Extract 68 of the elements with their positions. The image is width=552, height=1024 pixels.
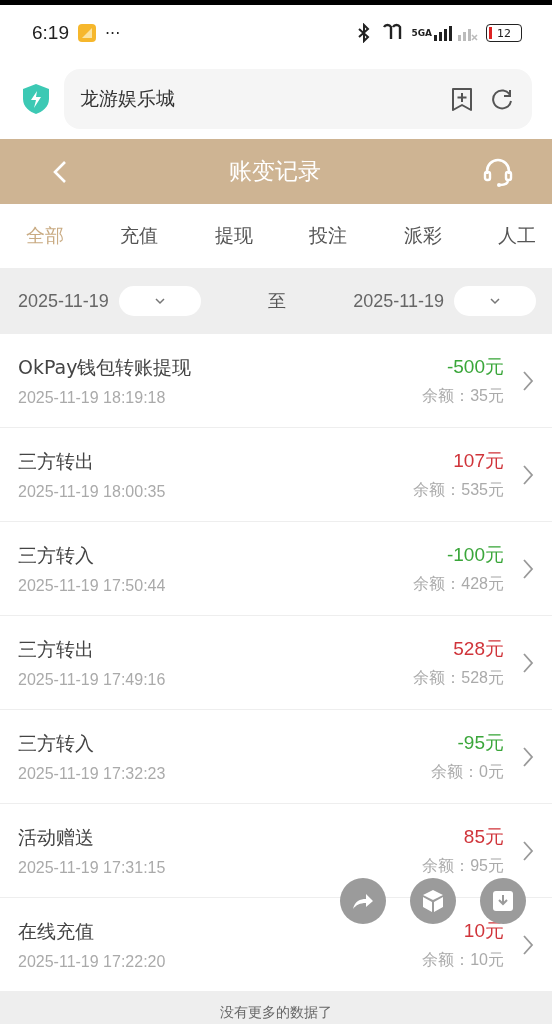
record-row[interactable]: 三方转出 2025-11-19 18:00:35 107元 余额：535元 [0, 428, 552, 522]
filter-tab[interactable]: 充值 [120, 219, 159, 253]
record-balance: 余额：10元 [422, 950, 504, 970]
battery-icon: 12 [486, 24, 522, 42]
share-button[interactable] [340, 878, 386, 924]
back-icon[interactable] [52, 158, 68, 185]
shield-icon [22, 83, 50, 115]
signal-icon [434, 24, 478, 42]
filter-tab[interactable]: 投注 [309, 219, 348, 253]
start-date-dropdown[interactable] [118, 286, 201, 316]
record-balance: 余额：528元 [413, 668, 504, 688]
chevron-icon [522, 557, 534, 580]
address-bar[interactable]: 龙游娱乐城 [64, 69, 532, 129]
record-time: 2025-11-19 17:49:16 [18, 670, 167, 689]
record-title: 活动赠送 [18, 824, 95, 850]
record-time: 2025-11-19 17:22:20 [18, 952, 167, 971]
record-balance: 余额：428元 [413, 574, 504, 594]
chevron-icon [522, 933, 534, 956]
chevron-icon [522, 369, 534, 392]
filter-tab[interactable]: 人工 [497, 219, 536, 253]
record-time: 2025-11-19 17:31:15 [18, 858, 167, 877]
gallery-icon [77, 23, 97, 43]
chevron-icon [522, 651, 534, 674]
filter-tab[interactable]: 提现 [214, 219, 253, 253]
record-title: 在线充值 [18, 918, 95, 944]
record-title: OkPay钱包转账提现 [18, 354, 193, 380]
caret-icon [153, 297, 166, 305]
chevron-icon [522, 463, 534, 486]
record-row[interactable]: OkPay钱包转账提现 2025-11-19 18:19:18 -500元 余额：35元 [0, 334, 552, 428]
record-balance: 余额：95元 [422, 856, 504, 876]
record-amount: -100元 [446, 543, 504, 567]
cube-button[interactable] [410, 878, 456, 924]
record-amount: 528元 [453, 637, 504, 661]
cube-icon [422, 889, 444, 913]
start-date: 2025-11-19 [18, 290, 109, 312]
record-row[interactable]: 三方转出 2025-11-19 17:49:16 528元 余额：528元 [0, 616, 552, 710]
filter-tab[interactable]: 派彩 [403, 219, 442, 253]
record-row[interactable]: 三方转入 2025-11-19 17:32:23 -95元 余额：0元 [0, 710, 552, 804]
no-more-data-text: 没有更多的数据了 [220, 1004, 332, 1022]
chevron-icon [522, 839, 534, 862]
download-icon [492, 890, 514, 912]
network-type: 5GA [411, 28, 432, 38]
record-time: 2025-11-19 17:32:23 [18, 764, 167, 783]
status-time: 6:19 [32, 22, 69, 44]
record-time: 2025-11-19 17:50:44 [18, 576, 167, 595]
end-date: 2025-11-19 [353, 290, 444, 312]
record-title: 三方转入 [18, 542, 95, 568]
caret-icon [489, 297, 501, 305]
record-balance: 余额：535元 [413, 480, 504, 500]
record-title: 三方转出 [18, 448, 95, 474]
download-button[interactable] [480, 878, 526, 924]
record-amount: 107元 [453, 449, 504, 473]
chevron-icon [522, 745, 534, 768]
record-row[interactable]: 三方转入 2025-11-19 17:50:44 -100元 余额：428元 [0, 522, 552, 616]
record-amount: -95元 [457, 731, 504, 755]
record-title: 三方转出 [18, 636, 95, 662]
record-amount: 85元 [463, 825, 504, 849]
bookmark-add-icon[interactable] [450, 86, 474, 112]
date-separator: 至 [267, 289, 287, 313]
record-time: 2025-11-19 18:19:18 [18, 388, 167, 407]
record-title: 三方转入 [18, 730, 95, 756]
record-balance: 余额：0元 [431, 762, 504, 782]
record-balance: 余额：35元 [422, 386, 504, 406]
more-notifications: ··· [105, 23, 121, 43]
page-title: 账变记录 [229, 157, 321, 186]
record-time: 2025-11-19 18:00:35 [18, 482, 167, 501]
record-amount: -500元 [446, 355, 504, 379]
refresh-icon[interactable] [490, 87, 514, 111]
